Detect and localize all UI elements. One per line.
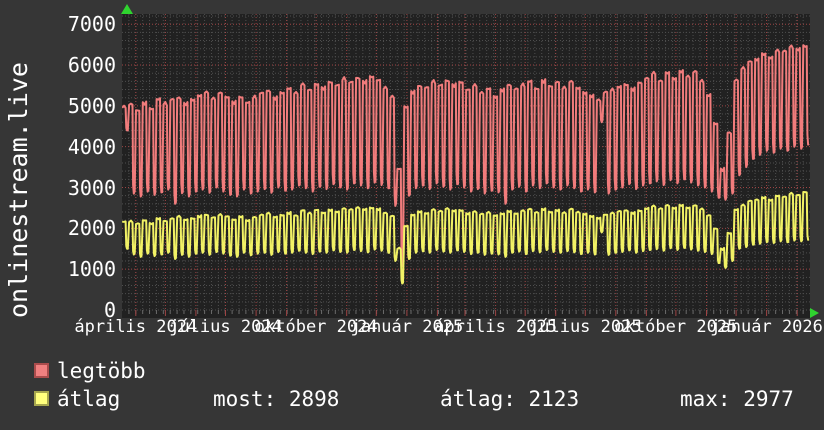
- legend-swatch-legtobb: [34, 363, 49, 378]
- stat-atlag-value: 2123: [528, 387, 580, 411]
- y-axis-label: 7000: [67, 12, 116, 37]
- y-axis-label: 6000: [67, 53, 116, 78]
- stat-max-value: 2977: [743, 387, 794, 411]
- stat-max-label: max:: [680, 387, 731, 411]
- stat-most-label: most:: [213, 387, 277, 411]
- y-axis-label: 1000: [67, 257, 116, 282]
- y-axis-label: 4000: [67, 134, 116, 159]
- y-axis-label: 3000: [67, 175, 116, 200]
- y-axis-label: 5000: [67, 93, 116, 118]
- stat-max: max: 2977: [680, 387, 794, 411]
- y-axis-arrow-icon: [121, 4, 133, 14]
- plot-svg: [122, 14, 810, 316]
- x-axis-label: január 2026: [710, 317, 823, 337]
- stat-most: most: 2898: [213, 387, 340, 411]
- legend-label-atlag: átlag: [57, 387, 121, 411]
- legend-swatch-atlag: [34, 391, 49, 406]
- stat-atlag-label: átlag:: [440, 387, 516, 411]
- graph: onlinestream.live 7000 6000 5000 4000 3000 20…: [0, 0, 824, 430]
- y-axis-label: 2000: [67, 216, 116, 241]
- stat-most-value: 2898: [288, 387, 340, 411]
- legend-row-atlag: átlag most: 2898 átlag: 2123 max: 2977: [34, 387, 814, 411]
- legend-label-legtobb: legtöbb: [57, 359, 146, 383]
- stat-atlag: átlag: 2123: [440, 387, 580, 411]
- plot-area: [122, 14, 810, 318]
